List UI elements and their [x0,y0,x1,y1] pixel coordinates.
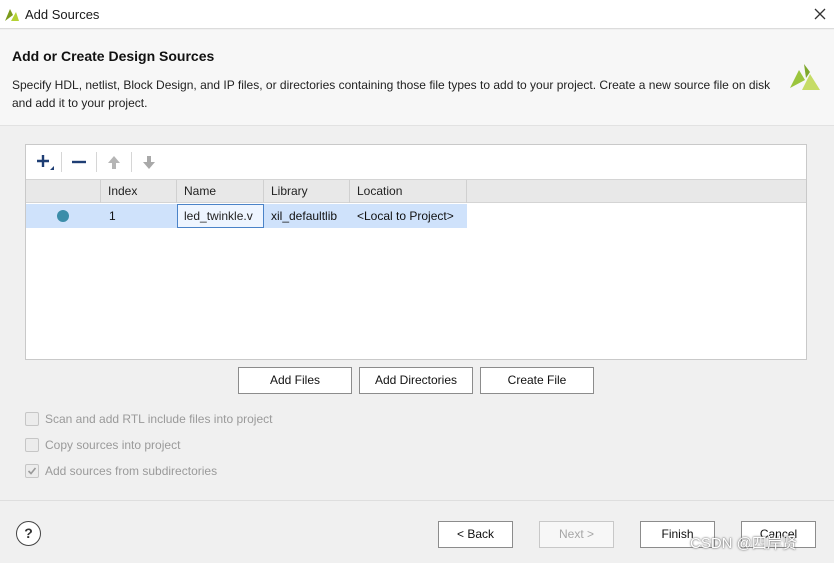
back-button[interactable]: < Back [438,521,513,548]
help-button[interactable]: ? [16,521,41,546]
add-source-button[interactable] [34,151,56,173]
cell-library[interactable]: xil_defaultlib [264,204,350,228]
cell-name[interactable]: led_twinkle.v [177,204,264,228]
option-label: Scan and add RTL include files into proj… [45,412,273,426]
add-directories-button[interactable]: Add Directories [359,367,473,394]
arrow-down-icon [143,156,155,169]
column-header-library[interactable]: Library [264,180,350,203]
next-button[interactable]: Next > [539,521,614,548]
arrow-up-icon [108,156,120,169]
cell-location[interactable]: <Local to Project> [350,204,467,228]
move-down-button[interactable] [138,151,160,173]
vivado-logo-icon [5,9,19,21]
toolbar-separator [61,152,62,172]
toolbar-separator [96,152,97,172]
watermark: CSDN @四岸贤 [690,535,797,552]
add-files-button[interactable]: Add Files [238,367,352,394]
page-description: Specify HDL, netlist, Block Design, and … [12,78,771,110]
column-header-location[interactable]: Location [350,180,467,203]
move-up-button[interactable] [103,151,125,173]
checkbox[interactable] [25,412,39,426]
close-icon [814,8,826,20]
title-bar: Add Sources [0,0,834,29]
column-header-index[interactable]: Index [101,180,177,203]
option-label: Add sources from subdirectories [45,464,218,478]
option-copy-sources[interactable]: Copy sources into project [25,437,180,453]
option-add-subdirectories[interactable]: Add sources from subdirectories [25,463,217,479]
plus-icon [37,155,54,170]
remove-source-button[interactable] [68,151,90,173]
column-header-status[interactable] [26,180,101,203]
cell-index: 1 [109,209,116,223]
checkmark-icon [27,467,37,475]
sources-panel: Index Name Library Location 1 led_twinkl… [25,144,807,360]
table-header: Index Name Library Location [26,179,806,203]
footer-divider [0,500,834,501]
checkbox-checked[interactable] [25,464,39,478]
minus-icon [72,160,86,164]
option-label: Copy sources into project [45,438,181,452]
table-row[interactable]: 1 led_twinkle.v xil_defaultlib <Local to… [26,204,467,228]
column-header-name[interactable]: Name [177,180,264,203]
page-title: Add or Create Design Sources [12,48,215,64]
brand-logo-icon [790,64,820,90]
option-scan-rtl-include[interactable]: Scan and add RTL include files into proj… [25,411,272,427]
create-file-button[interactable]: Create File [480,367,594,394]
sources-toolbar [26,145,806,179]
wizard-header: Add or Create Design Sources Specify HDL… [0,30,834,126]
close-button[interactable] [810,4,830,24]
checkbox[interactable] [25,438,39,452]
toolbar-separator [131,152,132,172]
status-dot-icon [57,210,69,222]
window-title: Add Sources [25,7,100,22]
